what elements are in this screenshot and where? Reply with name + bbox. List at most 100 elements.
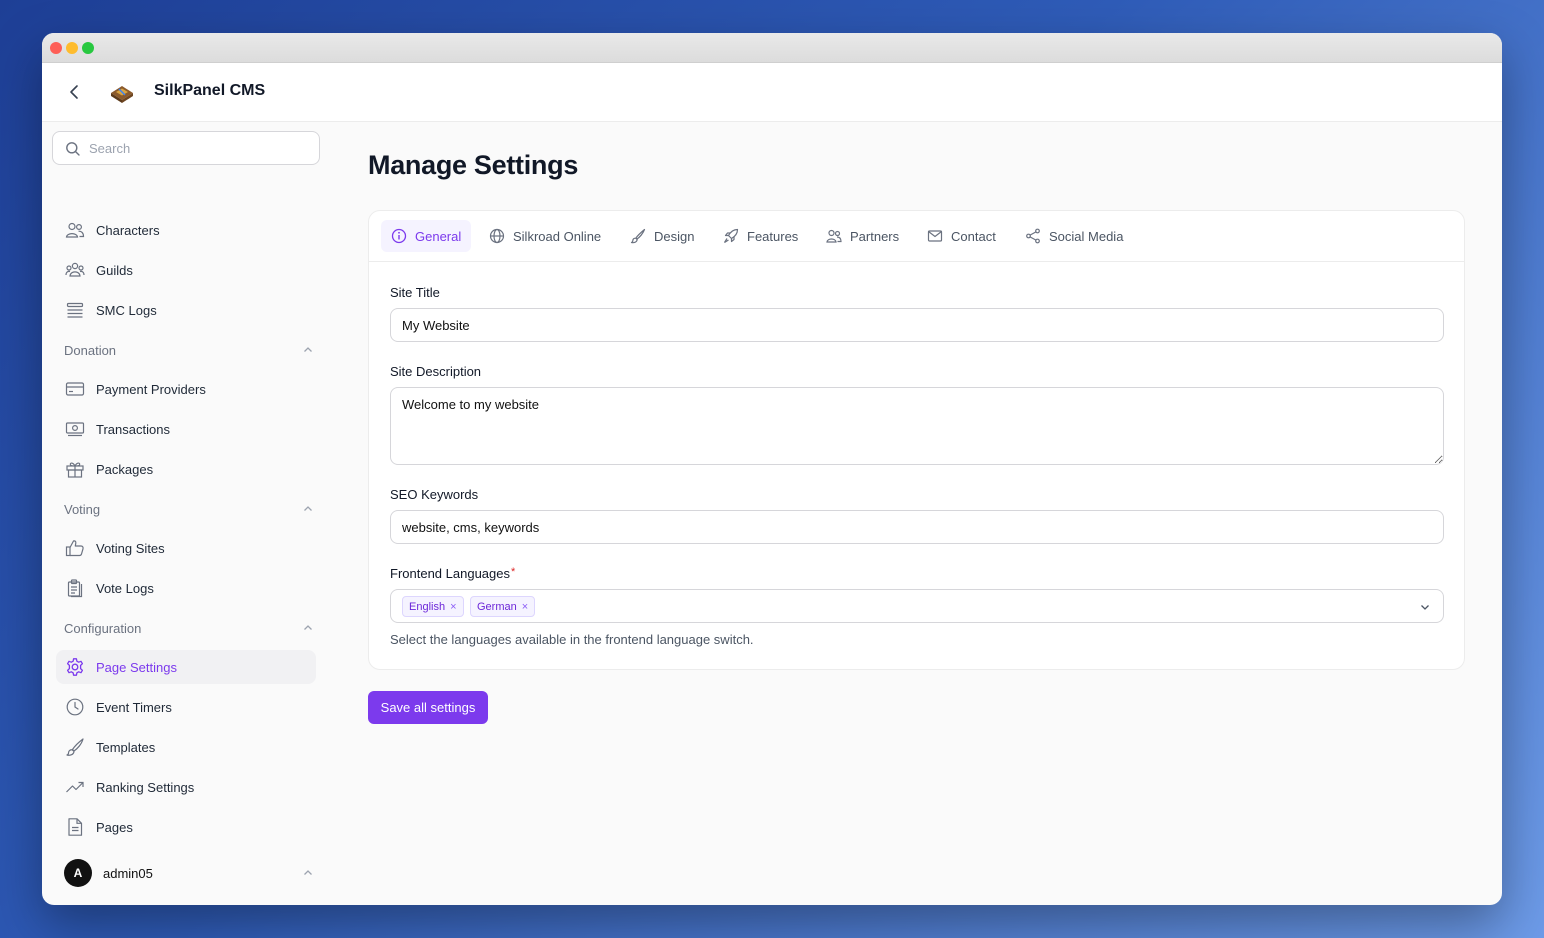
site-title-label: Site Title [390,285,440,300]
sidebar-item-packages[interactable]: Packages [56,452,316,486]
sidebar-item-voting-sites[interactable]: Voting Sites [56,531,316,565]
remove-chip-icon[interactable]: × [450,601,456,613]
envelope-icon [927,230,943,242]
chevron-up-icon [304,625,312,630]
sidebar-item-pages[interactable]: Pages [56,810,316,844]
sidebar-item-label: Characters [96,222,160,238]
sidebar-item-label: Payment Providers [96,381,206,397]
tab-label: Contact [951,228,996,244]
sidebar-item-label: Templates [96,739,156,755]
credit-card-icon [64,378,86,400]
trending-up-icon [64,776,86,798]
share-icon [1026,228,1040,244]
app-title: SilkPanel CMS [154,82,266,99]
tab-general[interactable]: General [381,220,472,252]
tab-label: Partners [850,228,900,244]
clipboard-icon [64,577,86,599]
sidebar-group-title: Configuration [64,620,142,636]
frontend-languages-label-text: Frontend Languages [390,566,510,581]
tab-label: Silkroad Online [513,228,602,244]
site-description-label: Site Description [390,364,482,379]
page-title: Manage Settings [368,150,579,180]
user-menu[interactable]: A admin05 [64,858,314,888]
sidebar: Characters Guilds SMC Logs Donation Paym… [42,122,332,905]
site-title-input[interactable] [390,308,1444,342]
sidebar-item-page-settings[interactable]: Page Settings [56,650,316,684]
users-icon [64,219,86,241]
sidebar-item-label: Voting Sites [96,540,165,556]
brush-icon [630,228,646,244]
close-window-button[interactable] [50,42,62,54]
gear-icon [64,656,86,678]
sidebar-group-title: Voting [64,501,101,517]
banknote-icon [64,418,86,440]
sidebar-item-label: Pages [96,819,133,835]
chip-label: German [477,600,517,613]
sidebar-item-payment-providers[interactable]: Payment Providers [56,372,316,406]
globe-icon [489,228,505,244]
tab-contact[interactable]: Contact [917,220,1006,252]
chip-label: English [409,600,446,613]
clock-icon [64,696,86,718]
app-window: SilkPanel CMS Characters Guilds SMC Logs [42,33,1502,905]
document-icon [64,816,86,838]
search-input[interactable] [89,138,309,158]
sidebar-item-label: Vote Logs [96,580,154,596]
sidebar-item-label: Transactions [96,421,170,437]
search-icon [66,142,80,156]
sidebar-item-label: Guilds [96,262,133,278]
sidebar-item-label: Page Settings [96,659,177,675]
users-icon [826,229,842,243]
seo-keywords-label: SEO Keywords [390,487,479,502]
search-box[interactable] [52,131,320,165]
sidebar-group-configuration[interactable]: Configuration [64,616,314,640]
required-mark: * [510,566,516,578]
minimize-window-button[interactable] [66,42,78,54]
frontend-languages-select[interactable]: English × German × [390,589,1444,623]
sidebar-item-transactions[interactable]: Transactions [56,412,316,446]
app-header: SilkPanel CMS [42,63,1502,122]
window-titlebar [42,33,1502,63]
sidebar-group-voting[interactable]: Voting [64,497,314,521]
tab-features[interactable]: Features [713,220,808,252]
seo-keywords-input[interactable] [390,510,1444,544]
rocket-icon [723,228,739,244]
language-chip-german: German × [470,596,536,617]
tab-partners[interactable]: Partners [816,220,909,252]
settings-tabs: General Silkroad Online Design Features … [369,211,1464,262]
sidebar-item-ranking-settings[interactable]: Ranking Settings [56,770,316,804]
frontend-languages-label: Frontend Languages* [390,566,515,581]
chevron-down-icon[interactable] [1419,601,1431,613]
avatar: A [64,859,92,887]
sidebar-item-smc-logs[interactable]: SMC Logs [56,293,316,327]
sidebar-item-event-timers[interactable]: Event Timers [56,690,316,724]
info-icon [391,228,407,244]
sidebar-item-label: Event Timers [96,699,172,715]
sidebar-item-label: Ranking Settings [96,779,195,795]
group-icon [64,259,86,281]
user-name: admin05 [103,865,153,881]
frontend-languages-hint: Select the languages available in the fr… [390,632,754,647]
language-chip-english: English × [402,596,464,617]
back-button[interactable] [64,81,84,103]
zoom-window-button[interactable] [82,42,94,54]
thumbs-up-icon [64,537,86,559]
sidebar-item-vote-logs[interactable]: Vote Logs [56,571,316,605]
tab-label: Features [747,228,799,244]
sidebar-item-label: Packages [96,461,154,477]
sidebar-item-characters[interactable]: Characters [56,213,316,247]
chevron-up-icon [304,347,312,352]
sidebar-item-guilds[interactable]: Guilds [56,253,316,287]
tab-label: Social Media [1049,228,1124,244]
sidebar-item-templates[interactable]: Templates [56,730,316,764]
tab-label: Design [654,228,695,244]
app-logo-icon [108,79,136,107]
save-all-settings-button[interactable]: Save all settings [368,691,488,724]
tab-silkroad-online[interactable]: Silkroad Online [479,220,611,252]
tab-design[interactable]: Design [620,220,704,252]
chevron-up-icon [304,870,312,875]
remove-chip-icon[interactable]: × [522,601,528,613]
tab-social-media[interactable]: Social Media [1015,220,1133,252]
sidebar-group-donation[interactable]: Donation [64,338,314,362]
site-description-textarea[interactable]: Welcome to my website [390,387,1444,465]
